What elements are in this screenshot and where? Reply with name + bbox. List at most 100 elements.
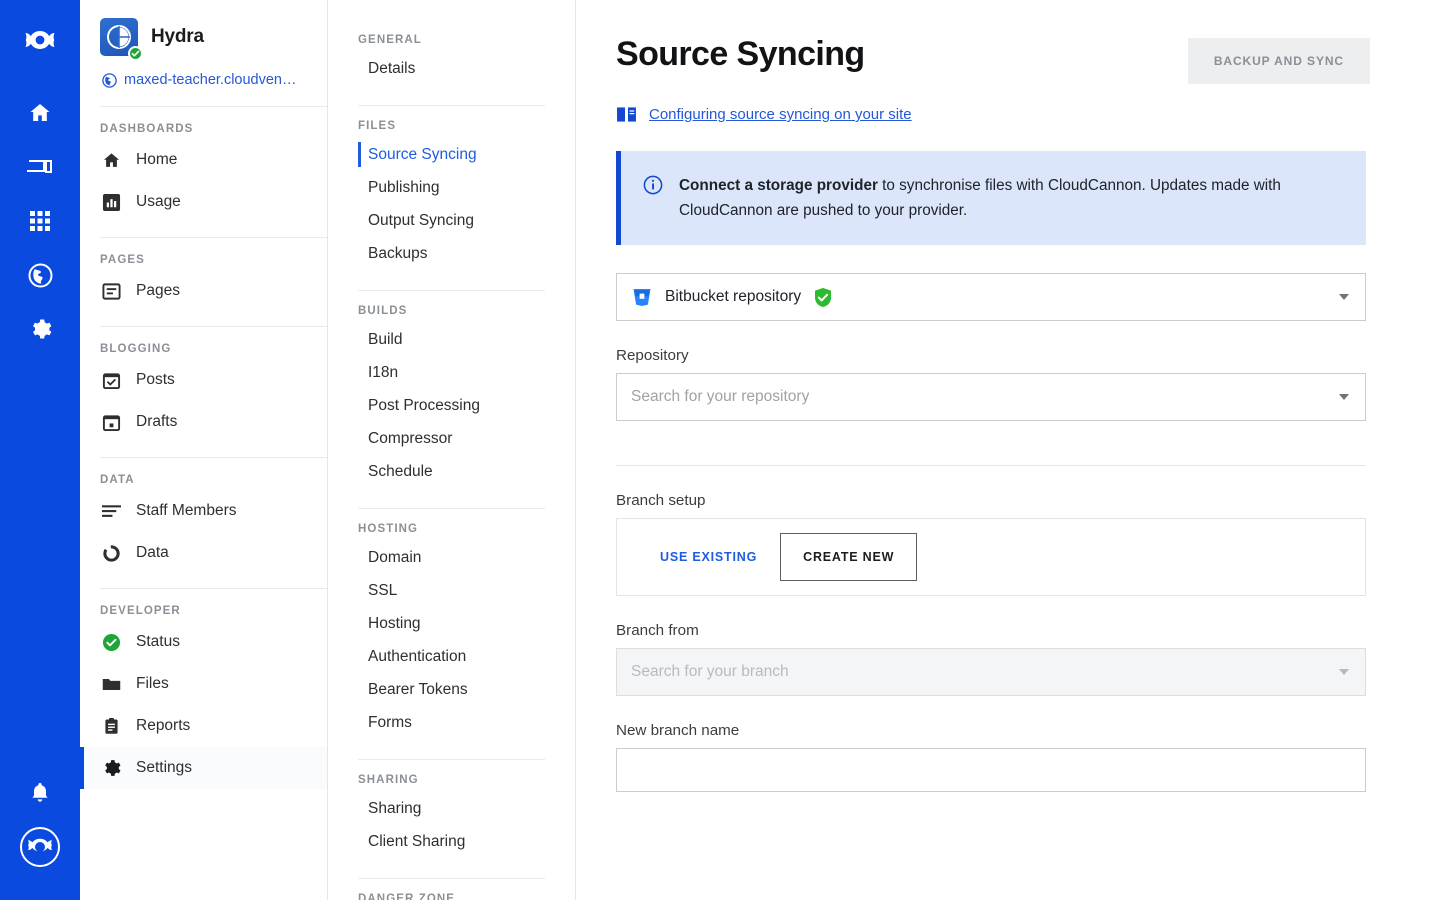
account-avatar-icon[interactable] — [0, 820, 80, 874]
calendar-check-icon — [100, 369, 122, 391]
settings-item-output-syncing[interactable]: Output Syncing — [328, 204, 575, 237]
rail-item-apps[interactable] — [0, 194, 80, 248]
nav-heading-dashboards: DASHBOARDS — [100, 123, 194, 135]
sidebar-item-posts[interactable]: Posts — [80, 359, 327, 401]
settings-heading-danger-zone: DANGER ZONE — [358, 893, 456, 900]
sidebar-item-label: Data — [136, 544, 169, 561]
settings-group-general: GENERAL Details — [328, 34, 575, 95]
sidebar-item-pages[interactable]: Pages — [80, 270, 327, 312]
nav-group-pages: PAGES Pages — [80, 238, 327, 326]
sidebar-item-label: Reports — [136, 717, 191, 734]
site-identity[interactable]: Hydra — [100, 18, 307, 61]
settings-group-danger-zone: DANGER ZONE — [328, 893, 575, 900]
rail-item-sites[interactable] — [0, 140, 80, 194]
nav-group-blogging: BLOGGING Posts Drafts — [80, 327, 327, 457]
settings-heading-files: FILES — [358, 120, 397, 132]
settings-item-backups[interactable]: Backups — [328, 237, 575, 270]
rail-item-home[interactable] — [0, 86, 80, 140]
rail-bottom-group — [0, 766, 80, 900]
sidebar-item-drafts[interactable]: Drafts — [80, 401, 327, 443]
data-ring-icon — [100, 542, 122, 564]
settings-item-build[interactable]: Build — [328, 323, 575, 356]
use-existing-button[interactable]: USE EXISTING — [637, 533, 780, 581]
new-branch-name-field[interactable] — [616, 748, 1366, 793]
settings-item-authentication[interactable]: Authentication — [328, 640, 575, 673]
settings-item-forms[interactable]: Forms — [328, 706, 575, 739]
sidebar-item-label: Home — [136, 151, 178, 168]
settings-item-domain[interactable]: Domain — [328, 541, 575, 574]
nav-group-data: DATA Staff Members Data — [80, 458, 327, 588]
list-lines-icon — [100, 500, 122, 522]
settings-divider — [358, 759, 545, 760]
settings-item-details[interactable]: Details — [328, 52, 575, 85]
cloudcannon-logo-icon[interactable] — [20, 20, 60, 60]
rail-item-notifications[interactable] — [0, 766, 80, 820]
sidebar-item-usage[interactable]: Usage — [80, 181, 327, 223]
documentation-link-row[interactable]: Configuring source syncing on your site — [616, 106, 1370, 123]
sidebar-item-files[interactable]: Files — [80, 663, 327, 705]
sidebar-item-reports[interactable]: Reports — [80, 705, 327, 747]
branch-from-select[interactable]: Search for your branch — [616, 648, 1366, 697]
sidebar-item-status[interactable]: Status — [80, 621, 327, 663]
sidebar-item-label: Drafts — [136, 413, 178, 430]
sidebar-item-settings[interactable]: Settings — [80, 747, 327, 789]
settings-item-post-processing[interactable]: Post Processing — [328, 389, 575, 422]
book-icon — [616, 106, 637, 123]
page-title: Source Syncing — [616, 35, 865, 73]
info-banner-bold: Connect a storage provider — [679, 177, 878, 194]
chevron-down-icon — [1339, 669, 1349, 676]
bell-icon — [29, 781, 51, 805]
settings-item-i18n[interactable]: I18n — [328, 356, 575, 389]
settings-item-hosting[interactable]: Hosting — [328, 607, 575, 640]
repository-select[interactable]: Search for your repository — [616, 373, 1366, 422]
sidebar-item-label: Usage — [136, 193, 181, 210]
settings-divider — [358, 290, 545, 291]
sidebar-item-label: Posts — [136, 371, 175, 388]
chevron-down-icon — [1339, 394, 1349, 401]
nav-group-dashboards: DASHBOARDS Home Usage — [80, 107, 327, 237]
main-content: Source Syncing BACKUP AND SYNC Configuri… — [576, 0, 1440, 900]
storage-provider-value: Bitbucket repository — [665, 288, 802, 306]
site-url-link[interactable]: maxed-teacher.cloudven… — [102, 72, 307, 88]
branch-setup-label: Branch setup — [616, 492, 706, 510]
create-new-button[interactable]: CREATE NEW — [780, 533, 918, 582]
settings-item-source-syncing[interactable]: Source Syncing — [328, 138, 575, 171]
settings-item-publishing[interactable]: Publishing — [328, 171, 575, 204]
settings-item-client-sharing[interactable]: Client Sharing — [328, 825, 575, 858]
green-shield-check-icon — [813, 287, 833, 308]
settings-item-ssl[interactable]: SSL — [328, 574, 575, 607]
globe-icon — [28, 263, 53, 288]
globe-icon — [102, 72, 117, 88]
settings-heading-builds: BUILDS — [358, 305, 408, 317]
folder-icon — [100, 673, 122, 695]
settings-item-schedule[interactable]: Schedule — [328, 455, 575, 488]
rail-item-global[interactable] — [0, 248, 80, 302]
info-banner: Connect a storage provider to synchronis… — [616, 151, 1366, 246]
home-icon — [100, 149, 122, 171]
site-sidebar: Hydra maxed-teacher.cloudven… DASHBOARDS — [80, 0, 328, 900]
rail-item-settings[interactable] — [0, 302, 80, 356]
settings-item-compressor[interactable]: Compressor — [328, 422, 575, 455]
global-nav-rail — [0, 0, 80, 900]
calendar-draft-icon — [100, 411, 122, 433]
settings-item-bearer-tokens[interactable]: Bearer Tokens — [328, 673, 575, 706]
sidebar-item-staff-members[interactable]: Staff Members — [80, 490, 327, 532]
gear-icon — [28, 317, 52, 341]
settings-divider — [358, 508, 545, 509]
sidebar-item-label: Files — [136, 675, 169, 692]
settings-nav: GENERAL Details FILES Source Syncing Pub… — [328, 0, 576, 900]
storage-provider-select[interactable]: Bitbucket repository — [616, 273, 1366, 322]
app-root: Hydra maxed-teacher.cloudven… DASHBOARDS — [0, 0, 1440, 900]
settings-heading-general: GENERAL — [358, 34, 422, 46]
sidebar-item-home[interactable]: Home — [80, 139, 327, 181]
usage-chart-icon — [100, 191, 122, 213]
site-name: Hydra — [151, 26, 204, 47]
page-header: Source Syncing BACKUP AND SYNC — [616, 35, 1370, 84]
backup-and-sync-button[interactable]: BACKUP AND SYNC — [1187, 38, 1370, 84]
sidebar-item-label: Staff Members — [136, 502, 237, 519]
site-header: Hydra maxed-teacher.cloudven… — [80, 0, 327, 106]
sidebar-item-data[interactable]: Data — [80, 532, 327, 574]
repository-placeholder: Search for your repository — [631, 388, 810, 406]
settings-item-sharing[interactable]: Sharing — [328, 792, 575, 825]
documentation-link[interactable]: Configuring source syncing on your site — [649, 106, 912, 123]
